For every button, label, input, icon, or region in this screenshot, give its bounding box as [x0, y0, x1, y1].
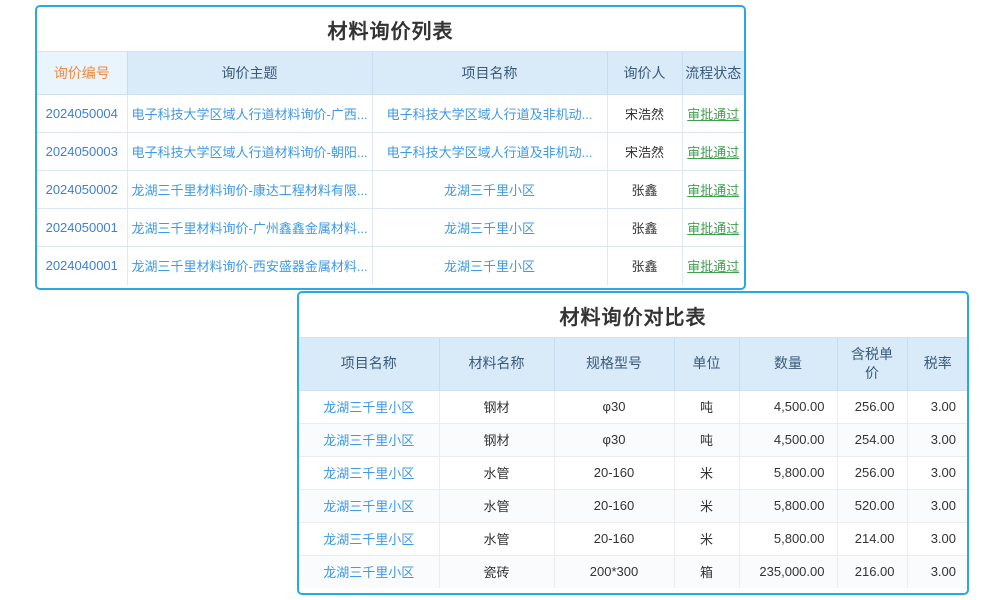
- material-name: 水管: [439, 522, 554, 555]
- col-header-spec-model: 规格型号: [554, 338, 674, 390]
- status-link[interactable]: 审批通过: [687, 259, 739, 274]
- status-link[interactable]: 审批通过: [687, 183, 739, 198]
- unit: 吨: [674, 390, 739, 423]
- material-name: 水管: [439, 456, 554, 489]
- status-link[interactable]: 审批通过: [687, 107, 739, 122]
- status-link[interactable]: 审批通过: [687, 145, 739, 160]
- quantity: 5,800.00: [739, 489, 837, 522]
- spec-model: φ30: [554, 423, 674, 456]
- table-row: 2024050004 电子科技大学区域人行道材料询价-广西... 电子科技大学区…: [37, 95, 744, 133]
- tax-incl-price: 214.00: [837, 522, 907, 555]
- unit: 米: [674, 522, 739, 555]
- tax-incl-price: 256.00: [837, 456, 907, 489]
- table-row: 龙湖三千里小区 钢材 φ30 吨 4,500.00 256.00 3.00: [299, 390, 968, 423]
- quantity: 5,800.00: [739, 456, 837, 489]
- table-row: 龙湖三千里小区 水管 20-160 米 5,800.00 256.00 3.00: [299, 456, 968, 489]
- inquiry-subject-link[interactable]: 龙湖三千里材料询价-广州鑫鑫金属材料...: [132, 221, 368, 236]
- unit: 米: [674, 489, 739, 522]
- spec-model: φ30: [554, 390, 674, 423]
- table-row: 龙湖三千里小区 水管 20-160 米 5,800.00 214.00 3.00: [299, 522, 968, 555]
- spec-model: 20-160: [554, 522, 674, 555]
- project-name-link[interactable]: 龙湖三千里小区: [444, 183, 535, 198]
- comparison-header-row: 项目名称 材料名称 规格型号 单位 数量 含税单价 税率: [299, 338, 968, 390]
- tax-incl-price: 520.00: [837, 489, 907, 522]
- quantity: 4,500.00: [739, 390, 837, 423]
- col-header-project-name[interactable]: 项目名称: [372, 52, 607, 95]
- col-header-tax-incl-price: 含税单价: [837, 338, 907, 390]
- table-row: 2024040001 龙湖三千里材料询价-西安盛器金属材料... 龙湖三千里小区…: [37, 247, 744, 285]
- tax-incl-price: 256.00: [837, 390, 907, 423]
- inquiry-list-table: 询价编号 询价主题 项目名称 询价人 流程状态 2024050004 电子科技大…: [37, 52, 744, 285]
- comparison-table: 项目名称 材料名称 规格型号 单位 数量 含税单价 税率 龙湖三千里小区 钢材 …: [299, 338, 968, 588]
- quantity: 235,000.00: [739, 555, 837, 588]
- quantity: 4,500.00: [739, 423, 837, 456]
- material-name: 钢材: [439, 423, 554, 456]
- table-row: 龙湖三千里小区 水管 20-160 米 5,800.00 520.00 3.00: [299, 489, 968, 522]
- tax-rate: 3.00: [907, 456, 968, 489]
- project-name-link[interactable]: 龙湖三千里小区: [444, 259, 535, 274]
- tax-rate: 3.00: [907, 555, 968, 588]
- inquiry-subject-link[interactable]: 龙湖三千里材料询价-康达工程材料有限...: [132, 183, 368, 198]
- inquirer-name: 张鑫: [631, 221, 657, 236]
- inquiry-subject-link[interactable]: 龙湖三千里材料询价-西安盛器金属材料...: [132, 259, 368, 274]
- project-name-link[interactable]: 龙湖三千里小区: [323, 565, 414, 580]
- project-name-link[interactable]: 龙湖三千里小区: [323, 400, 414, 415]
- tax-rate: 3.00: [907, 390, 968, 423]
- comparison-table-panel: 材料询价对比表 项目名称 材料名称 规格型号 单位 数量 含税单价 税率 龙湖三…: [297, 291, 969, 595]
- table-row: 2024050002 龙湖三千里材料询价-康达工程材料有限... 龙湖三千里小区…: [37, 171, 744, 209]
- inquirer-name: 宋浩然: [625, 145, 664, 160]
- inquiry-code-link[interactable]: 2024050002: [46, 182, 118, 197]
- table-row: 龙湖三千里小区 瓷砖 200*300 箱 235,000.00 216.00 3…: [299, 555, 968, 588]
- col-header-material-name: 材料名称: [439, 338, 554, 390]
- inquirer-name: 宋浩然: [625, 107, 664, 122]
- tax-incl-price: 216.00: [837, 555, 907, 588]
- inquiry-code-link[interactable]: 2024050004: [46, 106, 118, 121]
- inquiry-subject-link[interactable]: 电子科技大学区域人行道材料询价-朝阳...: [132, 145, 368, 160]
- inquiry-subject-link[interactable]: 电子科技大学区域人行道材料询价-广西...: [132, 107, 368, 122]
- inquiry-code-link[interactable]: 2024050001: [46, 220, 118, 235]
- unit: 箱: [674, 555, 739, 588]
- inquiry-code-link[interactable]: 2024040001: [46, 258, 118, 273]
- tax-rate: 3.00: [907, 489, 968, 522]
- inquiry-list-title: 材料询价列表: [37, 7, 744, 52]
- project-name-link[interactable]: 龙湖三千里小区: [323, 532, 414, 547]
- unit: 吨: [674, 423, 739, 456]
- project-name-link[interactable]: 电子科技大学区域人行道及非机动...: [387, 107, 593, 122]
- spec-model: 20-160: [554, 456, 674, 489]
- tax-rate: 3.00: [907, 423, 968, 456]
- material-name: 钢材: [439, 390, 554, 423]
- col-header-inquiry-subject[interactable]: 询价主题: [127, 52, 372, 95]
- spec-model: 20-160: [554, 489, 674, 522]
- project-name-link[interactable]: 龙湖三千里小区: [444, 221, 535, 236]
- tax-incl-price: 254.00: [837, 423, 907, 456]
- col-header-unit: 单位: [674, 338, 739, 390]
- col-header-inquirer[interactable]: 询价人: [607, 52, 682, 95]
- inquiry-list-header-row: 询价编号 询价主题 项目名称 询价人 流程状态: [37, 52, 744, 95]
- inquiry-code-link[interactable]: 2024050003: [46, 144, 118, 159]
- project-name-link[interactable]: 龙湖三千里小区: [323, 499, 414, 514]
- col-header-inquiry-code[interactable]: 询价编号: [37, 52, 127, 95]
- inquiry-list-panel: 材料询价列表 询价编号 询价主题 项目名称 询价人 流程状态 202405000…: [35, 5, 746, 290]
- col-header-quantity: 数量: [739, 338, 837, 390]
- col-header-project-name: 项目名称: [299, 338, 439, 390]
- table-row: 2024050003 电子科技大学区域人行道材料询价-朝阳... 电子科技大学区…: [37, 133, 744, 171]
- material-name: 瓷砖: [439, 555, 554, 588]
- inquirer-name: 张鑫: [631, 259, 657, 274]
- project-name-link[interactable]: 电子科技大学区域人行道及非机动...: [387, 145, 593, 160]
- project-name-link[interactable]: 龙湖三千里小区: [323, 466, 414, 481]
- status-link[interactable]: 审批通过: [687, 221, 739, 236]
- project-name-link[interactable]: 龙湖三千里小区: [323, 433, 414, 448]
- comparison-table-title: 材料询价对比表: [299, 293, 967, 338]
- col-header-process-status[interactable]: 流程状态: [682, 52, 744, 95]
- inquirer-name: 张鑫: [631, 183, 657, 198]
- quantity: 5,800.00: [739, 522, 837, 555]
- table-row: 2024050001 龙湖三千里材料询价-广州鑫鑫金属材料... 龙湖三千里小区…: [37, 209, 744, 247]
- col-header-tax-rate: 税率: [907, 338, 968, 390]
- spec-model: 200*300: [554, 555, 674, 588]
- table-row: 龙湖三千里小区 钢材 φ30 吨 4,500.00 254.00 3.00: [299, 423, 968, 456]
- unit: 米: [674, 456, 739, 489]
- tax-rate: 3.00: [907, 522, 968, 555]
- material-name: 水管: [439, 489, 554, 522]
